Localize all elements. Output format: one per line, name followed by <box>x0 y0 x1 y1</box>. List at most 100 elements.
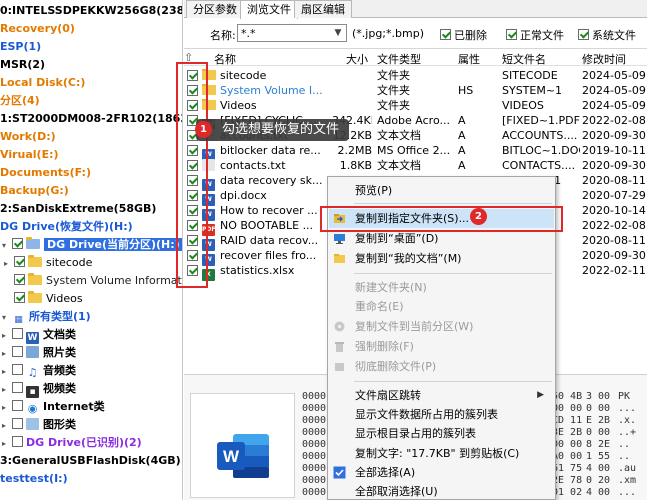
tree-folder-system-volume[interactable]: System Volume Informati <box>14 272 182 290</box>
tab-sector-editor[interactable]: 扇区编辑 <box>294 0 352 18</box>
file-row[interactable]: Videos 文件夹 VIDEOS 2024-05-09 <box>184 98 647 113</box>
context-menu[interactable]: 预览(P) 复制到指定文件夹(S)... 复制到“桌面”(D) 复制到“我的文档… <box>327 176 556 500</box>
file-type: Adobe Acro... <box>377 114 450 127</box>
file-row-checkbox[interactable] <box>187 160 198 171</box>
expand-arrow-icon[interactable]: ▸ <box>4 255 12 273</box>
menu-item-select-all[interactable]: 全部选择(A) <box>329 463 554 482</box>
file-row[interactable]: contacts.txt 1.8KB 文本文档 A CONTACTS.... 2020-0… <box>184 158 647 173</box>
col-name-header[interactable]: 名称 <box>214 51 236 67</box>
folder-icon <box>28 255 42 267</box>
file-name: dpi.docx <box>220 189 267 202</box>
file-row[interactable]: System Volume I... 文件夹 HS SYSTEM~1 2024-05-0… <box>184 83 647 98</box>
menu-label: 复制文字: "17.7KB" 到剪贴板(C) <box>355 447 520 460</box>
tab-partition-params[interactable]: 分区参数 <box>186 0 244 18</box>
tree-checkbox[interactable] <box>14 256 25 267</box>
menu-item-copy-to-folder[interactable]: 复制到指定文件夹(S)... <box>329 209 554 228</box>
menu-item-root-clusters[interactable]: 显示根目录占用的簇列表 <box>329 424 554 443</box>
file-row-checkbox[interactable] <box>187 220 198 231</box>
menu-item-copy-to-documents[interactable]: 复制到“我的文档”(M) <box>329 249 554 268</box>
tree-checkbox[interactable] <box>14 292 25 303</box>
expand-arrow-icon[interactable]: ▸ <box>2 435 10 453</box>
expand-arrow-icon[interactable]: ▸ <box>2 399 10 417</box>
tree-label: DG Drive(恢复文件)(H:) <box>0 220 133 233</box>
file-row-checkbox[interactable] <box>187 175 198 186</box>
tree-checkbox[interactable] <box>12 436 23 447</box>
expand-arrow-icon[interactable]: ▸ <box>2 381 10 399</box>
tree-type-video[interactable]: ▸ ▪ 视频类 <box>2 380 76 398</box>
tree-checkbox[interactable] <box>12 328 23 339</box>
tree-partition-recognized[interactable]: ▸ DG Drive(已识别)(2) <box>2 434 142 452</box>
collapse-arrow-icon[interactable]: ▾ <box>2 237 10 255</box>
tree-checkbox[interactable] <box>14 274 25 285</box>
menu-item-preview[interactable]: 预览(P) <box>329 181 554 200</box>
tree-disk-1[interactable]: 1:ST2000DM008-2FR102(1863GB) <box>0 110 182 128</box>
tree-disk-0[interactable]: 0:INTELSSDPEKKW256G8(238GB) <box>0 2 182 20</box>
tree-partition-f[interactable]: Documents(F:) <box>0 164 91 182</box>
chevron-down-icon[interactable]: ▼ <box>331 25 345 41</box>
tree-label: ESP(1) <box>0 40 42 53</box>
tab-browse-files[interactable]: 浏览文件 <box>240 0 298 19</box>
file-row-checkbox[interactable] <box>187 235 198 246</box>
file-row[interactable]: sitecode 文件夹 SITECODE 2024-05-09 <box>184 68 647 83</box>
col-size-header[interactable]: 大小 <box>346 51 368 67</box>
col-short-header[interactable]: 短文件名 <box>502 51 546 67</box>
menu-item-sector-jump[interactable]: 文件扇区跳转 ▶ <box>329 386 554 405</box>
tree-folder-sitecode[interactable]: ▸ sitecode <box>4 254 92 272</box>
tree-folder-videos[interactable]: Videos <box>14 290 83 308</box>
tree-partition-recovery[interactable]: Recovery(0) <box>0 20 75 38</box>
file-row[interactable]: Wbitlocker data re... 2.2MB MS Office 2...… <box>184 143 647 161</box>
file-row-checkbox[interactable] <box>187 265 198 276</box>
tree-partition-c[interactable]: Local Disk(C:) <box>0 74 85 92</box>
tree-partition-e[interactable]: Virual(E:) <box>0 146 59 164</box>
expand-arrow-icon[interactable]: ▸ <box>2 345 10 363</box>
tree-partition-i[interactable]: testtest(I:) <box>0 470 68 488</box>
col-attr-header[interactable]: 属性 <box>458 51 480 67</box>
menu-item-copy-text[interactable]: 复制文字: "17.7KB" 到剪贴板(C) <box>329 444 554 463</box>
file-row-checkbox[interactable] <box>187 85 198 96</box>
tree-disk-2[interactable]: 2:SanDiskExtreme(58GB) <box>0 200 156 218</box>
tree-type-internet[interactable]: ▸ ◉ Internet类 <box>2 398 105 416</box>
col-time-header[interactable]: 修改时间 <box>582 51 626 67</box>
expand-arrow-icon[interactable]: ▸ <box>2 417 10 435</box>
menu-item-deselect-all[interactable]: 全部取消选择(U) <box>329 482 554 500</box>
deleted-filter-checkbox[interactable]: 已删除 <box>440 27 487 43</box>
tree-type-photos[interactable]: ▸ 照片类 <box>2 344 76 362</box>
tree-partition-msr[interactable]: MSR(2) <box>0 56 45 74</box>
expand-arrow-icon[interactable]: ▸ <box>2 327 10 345</box>
tree-partition-h-recover[interactable]: DG Drive(恢复文件)(H:) <box>0 218 133 236</box>
tree-checkbox[interactable] <box>12 346 23 357</box>
file-row-checkbox[interactable] <box>187 250 198 261</box>
tree-checkbox[interactable] <box>12 418 23 429</box>
tree-partition-h-current[interactable]: ▾ DG Drive(当前分区)(H:) <box>2 236 182 255</box>
tree-partition-g[interactable]: Backup(G:) <box>0 182 69 200</box>
tree-type-audio[interactable]: ▸ ♫ 音频类 <box>2 362 76 380</box>
tree-checkbox[interactable] <box>12 400 23 411</box>
menu-item-copy-to-desktop[interactable]: 复制到“桌面”(D) <box>329 229 554 248</box>
file-row-checkbox[interactable] <box>187 145 198 156</box>
tree-label: 照片类 <box>43 346 76 359</box>
system-filter-checkbox[interactable]: 系统文件 <box>578 27 636 43</box>
file-row-checkbox[interactable] <box>187 100 198 111</box>
collapse-arrow-icon[interactable]: ▾ <box>2 309 10 327</box>
tree-partition-4[interactable]: 分区(4) <box>0 92 40 110</box>
file-row-checkbox[interactable] <box>187 205 198 216</box>
expand-arrow-icon[interactable]: ▸ <box>2 363 10 381</box>
tree-partition-d[interactable]: Work(D:) <box>0 128 56 146</box>
file-name: statistics.xlsx <box>220 264 295 277</box>
menu-item-file-clusters[interactable]: 显示文件数据所占用的簇列表 <box>329 405 554 424</box>
tree-checkbox[interactable] <box>12 238 23 249</box>
tree-checkbox[interactable] <box>12 382 23 393</box>
tree-all-types[interactable]: ▾ ▦ 所有类型(1) <box>2 308 91 326</box>
file-row-checkbox[interactable] <box>187 190 198 201</box>
sort-up-icon[interactable]: ⇧ <box>184 51 193 64</box>
tree-disk-3[interactable]: 3:GeneralUSBFlashDisk(4GB) <box>0 452 181 470</box>
file-row-checkbox[interactable] <box>187 70 198 81</box>
col-type-header[interactable]: 文件类型 <box>377 51 421 67</box>
tree-checkbox[interactable] <box>12 364 23 375</box>
tree-partition-esp[interactable]: ESP(1) <box>0 38 41 56</box>
delete-icon <box>335 342 344 352</box>
tree-type-graphics[interactable]: ▸ 图形类 <box>2 416 76 434</box>
disk-tree-panel[interactable]: 0:INTELSSDPEKKW256G8(238GB) Recovery(0) … <box>0 0 183 500</box>
normal-filter-checkbox[interactable]: 正常文件 <box>506 27 564 43</box>
tree-type-documents[interactable]: ▸ W 文档类 <box>2 326 76 344</box>
